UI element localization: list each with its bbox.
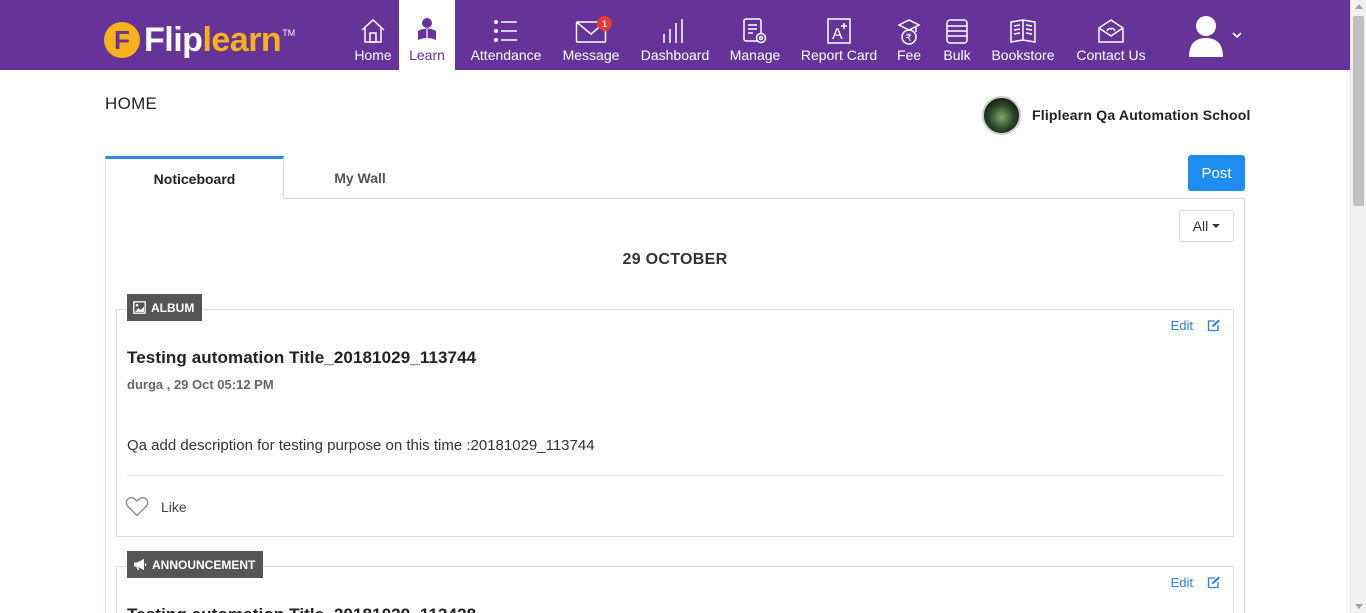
scroll-thumb[interactable] [1353,16,1364,206]
svg-text:A: A [832,26,843,43]
chevron-down-icon [1232,32,1242,39]
post-button[interactable]: Post [1188,155,1245,191]
post-type-badge: ALBUM [127,294,203,321]
scroll-down-icon[interactable] [1355,604,1363,609]
post-card: Edit Testing automation Title_20181029_1… [116,309,1234,537]
top-navbar: F Fliplearn TM Home Learn Attendance Mes… [0,0,1350,70]
heart-icon [125,497,149,517]
logo-trademark: TM [282,28,296,38]
scroll-up-icon[interactable] [1355,4,1363,9]
school-avatar [982,95,1021,135]
list-icon [492,16,520,46]
nav-learn[interactable]: Learn [399,0,455,70]
edit-button[interactable]: Edit [1171,575,1221,590]
nav-manage[interactable]: Manage [727,0,783,70]
megaphone-icon [134,559,147,571]
user-avatar-icon [1189,16,1223,57]
nav-bulk[interactable]: Bulk [940,0,974,70]
home-icon [359,16,387,46]
post-meta: durga , 29 Oct 05:12 PM [127,377,274,392]
post-card: Edit Testing automation Title_20181029_1… [116,566,1234,613]
fliplearn-logo[interactable]: F Fliplearn TM [104,20,295,60]
post-type-badge: ANNOUNCEMENT [127,551,264,578]
bulk-icon [943,16,971,46]
edit-icon [1207,319,1220,332]
nav-fee[interactable]: ₹ Fee [894,0,924,70]
page-scrollbar[interactable] [1350,0,1366,613]
school-info: Fliplearn Qa Automation School [982,95,1251,135]
school-name: Fliplearn Qa Automation School [1032,107,1251,123]
logo-mark-icon: F [104,22,140,58]
nav-attendance[interactable]: Attendance [468,0,544,70]
edit-icon [1207,576,1220,589]
divider [127,475,1223,476]
post-title: Testing automation Title_20181029_113744 [127,348,477,367]
tab-noticeboard[interactable]: Noticeboard [105,156,284,199]
logo-wordmark: Fliplearn [144,21,282,59]
nav-dashboard[interactable]: Dashboard [639,0,711,70]
nav-bookstore[interactable]: Bookstore [990,0,1056,70]
nav-report-card[interactable]: A Report Card [800,0,878,70]
nav-message[interactable]: Message 1 [561,0,621,70]
bar-chart-icon [661,16,689,46]
like-button[interactable]: Like [125,496,187,517]
edit-button[interactable]: Edit [1171,318,1221,333]
report-card-icon: A [825,16,853,46]
post-title: Testing automation Title_20181029_113428 [127,605,476,613]
contact-icon [1096,16,1126,46]
nav-contact-us[interactable]: Contact Us [1074,0,1148,70]
message-count-badge: 1 [597,16,612,31]
caret-down-icon [1212,224,1221,228]
page-title: HOME [105,94,158,113]
date-heading: 29 OCTOBER [622,251,728,268]
book-icon [1008,16,1038,46]
nav-home[interactable]: Home [350,0,396,70]
svg-text:₹: ₹ [906,33,912,44]
learn-icon [414,16,440,46]
manage-icon [741,16,769,46]
fee-icon: ₹ [895,16,923,46]
tab-my-wall[interactable]: My Wall [290,156,430,199]
image-icon [133,301,146,314]
filter-dropdown[interactable]: All [1179,210,1234,242]
filter-selected: All [1192,218,1209,234]
profile-menu[interactable] [1186,12,1248,58]
post-description: Qa add description for testing purpose o… [127,437,595,454]
